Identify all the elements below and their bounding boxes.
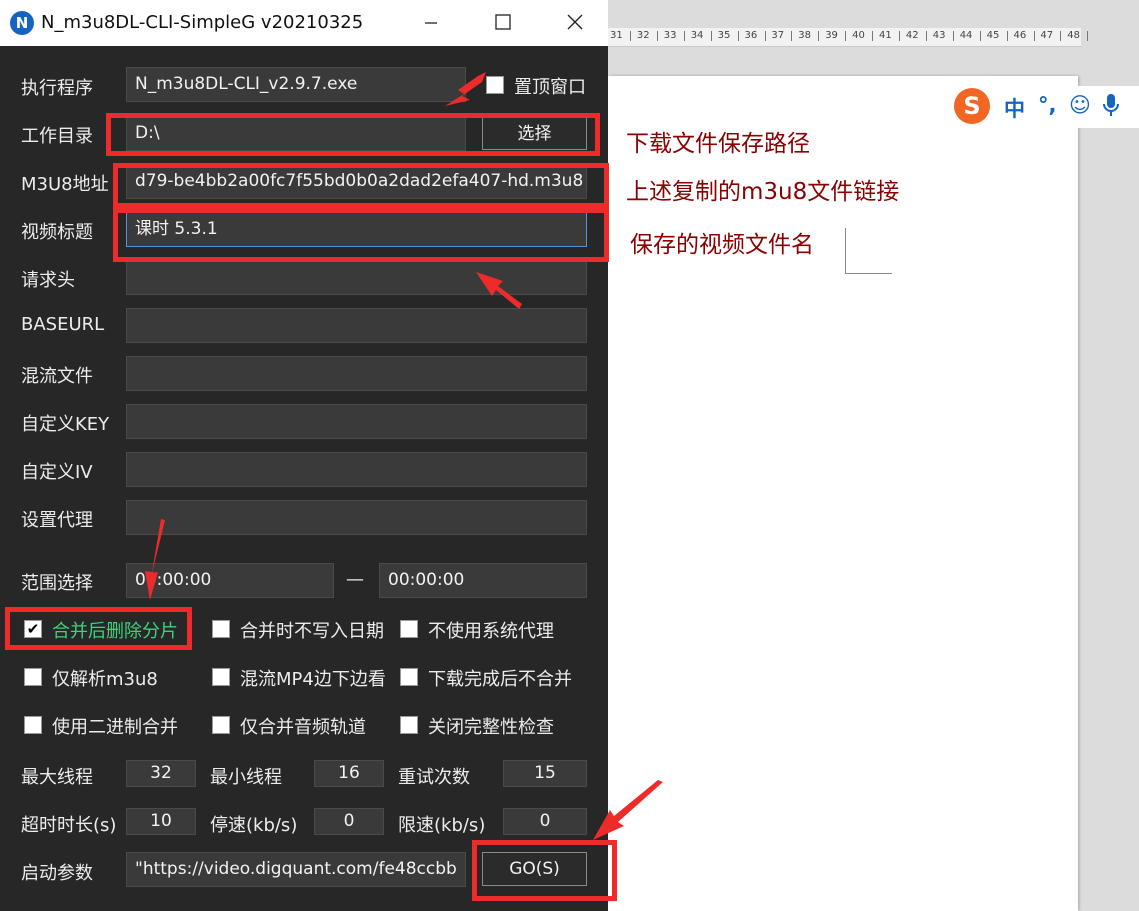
arrow-to-title: [476, 272, 522, 309]
arrow-to-exe: [445, 72, 486, 106]
annotation-arrows: [145, 72, 663, 840]
arrow-to-go: [593, 780, 663, 840]
arrow-to-range: [145, 519, 165, 600]
